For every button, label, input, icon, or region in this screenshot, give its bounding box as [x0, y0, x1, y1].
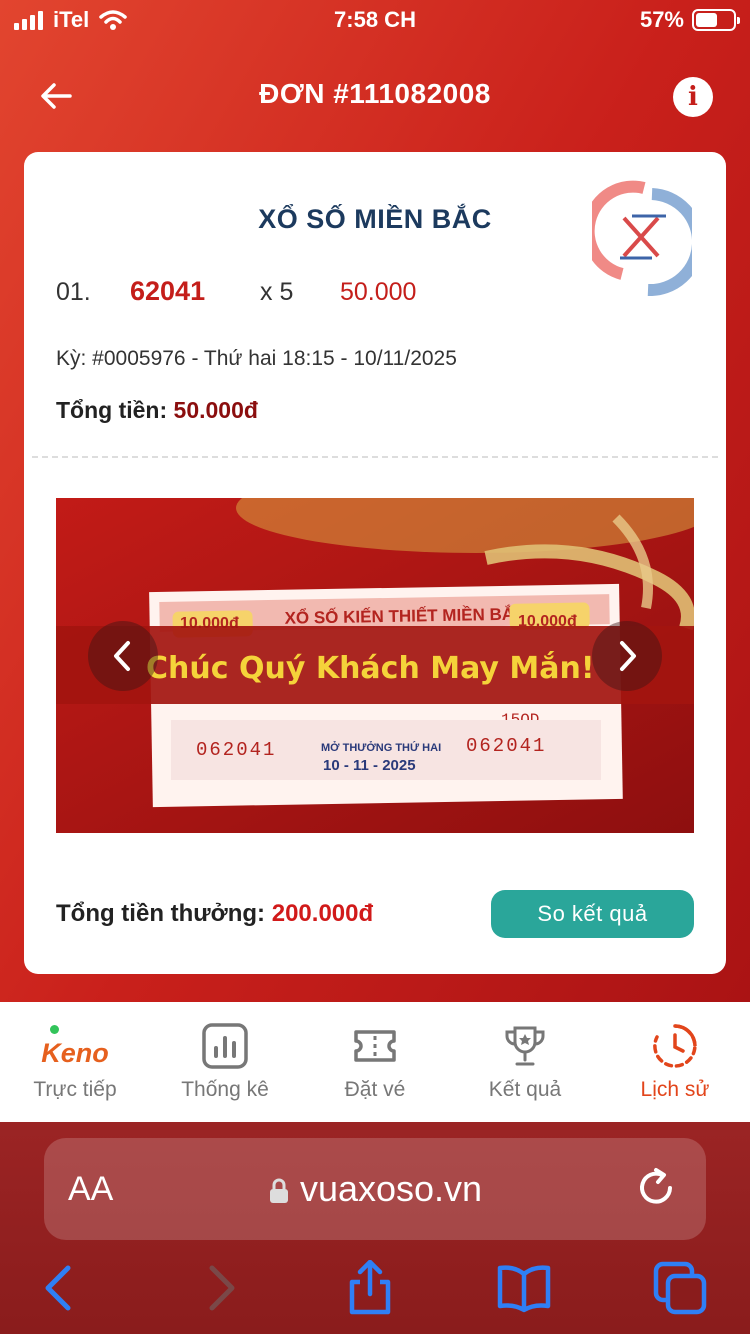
info-icon[interactable]: i: [673, 77, 713, 117]
nav-item-keno-live[interactable]: Keno Trực tiếp: [0, 1002, 150, 1122]
total-label: Tổng tiền:: [56, 397, 168, 423]
browser-back-icon[interactable]: [34, 1260, 90, 1316]
order-total: Tổng tiền: 50.000đ: [56, 397, 258, 424]
reload-icon[interactable]: [634, 1166, 678, 1210]
nav-item-results[interactable]: Kết quả: [450, 1002, 600, 1122]
prize-value: 200.000đ: [271, 900, 374, 927]
live-indicator: [50, 1025, 59, 1034]
photo-draw-label: MỞ THƯỞNG THỨ HAI: [321, 741, 441, 754]
lottery-logo: [592, 180, 692, 296]
photo-ticket-code-right: 062041: [466, 735, 546, 757]
nav-item-place-ticket[interactable]: Đặt vé: [300, 1002, 450, 1122]
keno-logo: Keno: [41, 1038, 109, 1068]
ticket-amount: 50.000: [340, 278, 417, 306]
address-bar[interactable]: AA vuaxoso.vn: [44, 1138, 706, 1240]
order-card: XỔ SỐ MIỀN BẮC 01. 62041 x 5 50.000 Kỳ: …: [24, 152, 726, 974]
bottom-nav: Keno Trực tiếp Thống kê Đặt vé Kết quả L…: [0, 1002, 750, 1122]
compare-results-button[interactable]: So kết quả: [491, 890, 694, 938]
nav-label: Đặt vé: [344, 1078, 406, 1101]
ticket-icon: [354, 1030, 396, 1062]
ticket-index: 01.: [56, 278, 91, 306]
chart-icon: [202, 1023, 248, 1069]
battery-icon: [692, 9, 740, 31]
draw-period: Kỳ: #0005976 - Thứ hai 18:15 - 10/11/202…: [56, 347, 457, 370]
nav-label: Kết quả: [488, 1078, 562, 1101]
nav-label: Thống kê: [181, 1078, 269, 1101]
chevron-right-icon: [620, 641, 636, 671]
photo-ticket-code-left: 062041: [196, 739, 276, 761]
page-title: ĐƠN #111082008: [259, 78, 491, 109]
share-icon[interactable]: [342, 1260, 398, 1316]
browser-forward-icon[interactable]: [192, 1260, 248, 1316]
prize-label: Tổng tiền thưởng:: [56, 900, 266, 927]
bookmarks-icon[interactable]: [496, 1260, 552, 1316]
ticket-row: 01. 62041 x 5 50.000: [56, 276, 416, 307]
photo-ticket-header: XỔ SỐ KIẾN THIẾT MIỀN BẮC: [284, 604, 526, 628]
nav-item-history[interactable]: Lịch sử: [600, 1002, 750, 1122]
tabs-icon[interactable]: [652, 1260, 708, 1316]
clock: 7:58 CH: [334, 7, 416, 32]
browser-toolbar: AA vuaxoso.vn: [0, 1122, 750, 1334]
carousel-prev-button[interactable]: [88, 621, 158, 691]
carousel-next-button[interactable]: [592, 621, 662, 691]
nav-label: Lịch sử: [640, 1078, 710, 1101]
ticket-multiplier: x 5: [260, 278, 294, 306]
url-text: vuaxoso.vn: [299, 1168, 483, 1209]
prize-total: Tổng tiền thưởng: 200.000đ: [56, 900, 373, 928]
photo-draw-date: 10 - 11 - 2025: [323, 757, 416, 774]
ticket-photo-carousel[interactable]: XỔ SỐ KIẾN THIẾT MIỀN BẮC 10.000đ 10.000…: [56, 498, 694, 833]
ticket-number: 62041: [130, 276, 206, 306]
chevron-left-icon: [114, 641, 130, 671]
photo-banner-text: Chúc Quý Khách May Mắn!: [146, 650, 595, 686]
status-bar: iTel 7:58 CH 57%: [0, 0, 750, 40]
nav-label: Trực tiếp: [33, 1078, 117, 1101]
total-value: 50.000đ: [173, 397, 258, 423]
trophy-icon: [505, 1026, 545, 1066]
nav-item-statistics[interactable]: Thống kê: [150, 1002, 300, 1122]
battery-percent: 57%: [639, 7, 684, 32]
divider: [32, 456, 718, 458]
app-header: ĐƠN #111082008 i: [0, 50, 750, 142]
history-icon: [653, 1024, 697, 1068]
lock-icon: [269, 1179, 288, 1204]
